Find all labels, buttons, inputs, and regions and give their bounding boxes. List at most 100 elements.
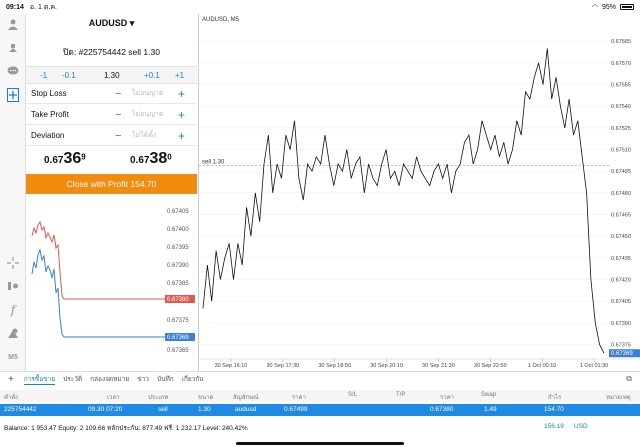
tab-mailbox[interactable]: กล่องจดหมาย (90, 374, 129, 384)
balance-row: Balance: 1 953.47 Equity: 2 109.66 หลักป… (0, 421, 640, 433)
x-tick-label: 1 Oct 01:30 (580, 363, 608, 369)
take-profit-minus-button[interactable]: − (115, 109, 121, 121)
col-comment: หมายเหตุ (606, 395, 631, 401)
chart-title: AUDUSD, M5 (202, 17, 240, 23)
stop-loss-label: Stop Loss (31, 89, 67, 98)
add-icon[interactable]: + (8, 374, 14, 385)
indicators-icon[interactable] (5, 278, 21, 294)
row-symbol: audusd (235, 406, 257, 413)
row-order: 225754442 (4, 406, 37, 413)
col-size: ขนาด (198, 395, 214, 401)
col-swap: Swap (481, 392, 497, 398)
total-profit: 156.19 (544, 423, 564, 430)
tab-trade[interactable]: การซื้อขาย (23, 374, 56, 385)
price-chart[interactable]: AUDUSD, M5 0.67585 0.67570 0.67555 0.67540 0… (198, 14, 640, 371)
x-tick-label: 30 Sep 21:30 (422, 363, 455, 369)
row-current: 0.67380 (430, 406, 454, 413)
new-order-icon[interactable] (5, 87, 21, 103)
table-row[interactable]: 225754442 09.30 07:20 sell 1.30 audusd 0… (0, 404, 640, 416)
stop-loss-input[interactable]: ไม่อนุญาต (132, 88, 164, 99)
y-tick-label: 0.67585 (611, 39, 631, 45)
tab-news[interactable]: ข่าว (137, 374, 149, 384)
table-header: คำสั่ง เวลา ประเภท ขนาด สัญลักษณ์ ราคา S… (0, 390, 640, 402)
balance-summary: Balance: 1 953.47 Equity: 2 109.66 หลักป… (4, 425, 248, 432)
deviation-plus-button[interactable]: + (178, 129, 185, 143)
x-tick-label: 30 Sep 17:30 (266, 363, 299, 369)
row-price: 0.67499 (284, 406, 308, 413)
bid-badge: 0.67369 (167, 335, 189, 341)
y-tick-label: 0.67465 (611, 213, 631, 219)
y-tick-label: 0.67450 (611, 234, 631, 240)
step-plus-1[interactable]: +1 (175, 71, 184, 80)
row-time: 09.30 07:20 (88, 406, 123, 413)
stop-loss-minus-button[interactable]: − (115, 88, 121, 100)
tick-label: 0.67395 (167, 245, 189, 251)
status-date: อ. 1 ต.ค. (29, 3, 57, 11)
col-symbol: สัญลักษณ์ (233, 395, 259, 401)
tab-about[interactable]: เกี่ยวกับ (182, 374, 204, 384)
y-tick-label: 0.67540 (611, 104, 631, 110)
deviation-input[interactable]: ไม่ได้ตั้ง (132, 130, 156, 141)
function-icon[interactable]: f (5, 302, 21, 318)
volume-stepper: -1 -0.1 1.30 +0.1 +1 (26, 66, 197, 84)
price-row: 0.67369 0.67380 (26, 146, 197, 172)
stop-loss-plus-button[interactable]: + (178, 87, 185, 101)
col-sl: S/L (348, 392, 358, 398)
y-tick-label: 0.67375 (611, 343, 631, 349)
ask-badge: 0.67380 (167, 297, 189, 303)
y-tick-label: 0.67510 (611, 148, 631, 154)
objects-icon[interactable] (5, 325, 21, 341)
y-tick-label: 0.67495 (611, 169, 631, 175)
deposit-icon[interactable] (5, 40, 21, 56)
left-toolbar: f M5 (0, 14, 26, 371)
tick-label: 0.67400 (167, 227, 189, 233)
terminal-tabs: + การซื้อขาย ประวัติ กล่องจดหมาย ข่าว บั… (0, 372, 640, 386)
close-with-profit-button[interactable]: Close with Profit 154.70 (26, 174, 197, 194)
deviation-row: Deviation − ไม่ได้ตั้ง + (26, 126, 197, 146)
stop-loss-row: Stop Loss − ไม่อนุญาต + (26, 84, 197, 104)
tick-label: 0.67390 (167, 263, 189, 269)
tick-label: 0.67385 (167, 281, 189, 287)
col-tp: T/P (396, 392, 406, 398)
symbol-selector[interactable]: AUDUSD ▾ (26, 18, 197, 29)
col-profit: กำไร (548, 395, 562, 401)
home-indicator (236, 442, 404, 445)
volume-value[interactable]: 1.30 (104, 71, 120, 80)
expand-icon[interactable]: ⧉ (626, 374, 632, 384)
y-tick-label: 0.67405 (611, 299, 631, 305)
total-currency: USD (574, 423, 588, 430)
crosshair-icon[interactable] (5, 255, 21, 271)
deviation-minus-button[interactable]: − (115, 130, 121, 142)
user-icon[interactable] (5, 16, 21, 32)
col-time: เวลา (107, 395, 120, 401)
tab-history[interactable]: ประวัติ (63, 374, 82, 384)
take-profit-label: Take Profit (31, 110, 69, 119)
x-tick-label: 30 Sep 18:50 (318, 363, 351, 369)
y-tick-label: 0.67480 (611, 191, 631, 197)
col-current: ราคา (440, 395, 454, 401)
timeframe-button[interactable]: M5 (5, 349, 21, 365)
take-profit-input[interactable]: ไม่อนุญาต (132, 109, 164, 120)
tab-journal[interactable]: บันทึก (157, 374, 174, 384)
step-minus-01[interactable]: -0.1 (62, 71, 76, 80)
wifi-icon: ◠ (591, 4, 598, 11)
tick-label: 0.67365 (167, 348, 189, 354)
step-minus-1[interactable]: -1 (40, 71, 47, 80)
col-price: ราคา (292, 395, 306, 401)
row-swap: 1.49 (484, 406, 497, 413)
y-tick-label: 0.67435 (611, 256, 631, 262)
chat-icon[interactable] (5, 63, 21, 79)
row-size: 1.30 (198, 406, 211, 413)
col-type: ประเภท (148, 395, 169, 401)
battery-level: 95% (601, 3, 616, 11)
step-plus-01[interactable]: +0.1 (144, 71, 160, 80)
bid-price: 0.67369 (44, 150, 86, 167)
y-tick-label: 0.67555 (611, 83, 631, 89)
tick-label: 0.67405 (167, 209, 189, 215)
terminal-panel: + การซื้อขาย ประวัติ กล่องจดหมาย ข่าว บั… (0, 371, 640, 447)
sell-level-label: sell 1.30 (202, 159, 225, 165)
price-series-line (202, 48, 605, 354)
row-type: sell (158, 406, 168, 413)
tick-chart: 0.67405 0.67400 0.67395 0.67390 0.67385 … (31, 209, 195, 354)
take-profit-plus-button[interactable]: + (178, 108, 185, 122)
